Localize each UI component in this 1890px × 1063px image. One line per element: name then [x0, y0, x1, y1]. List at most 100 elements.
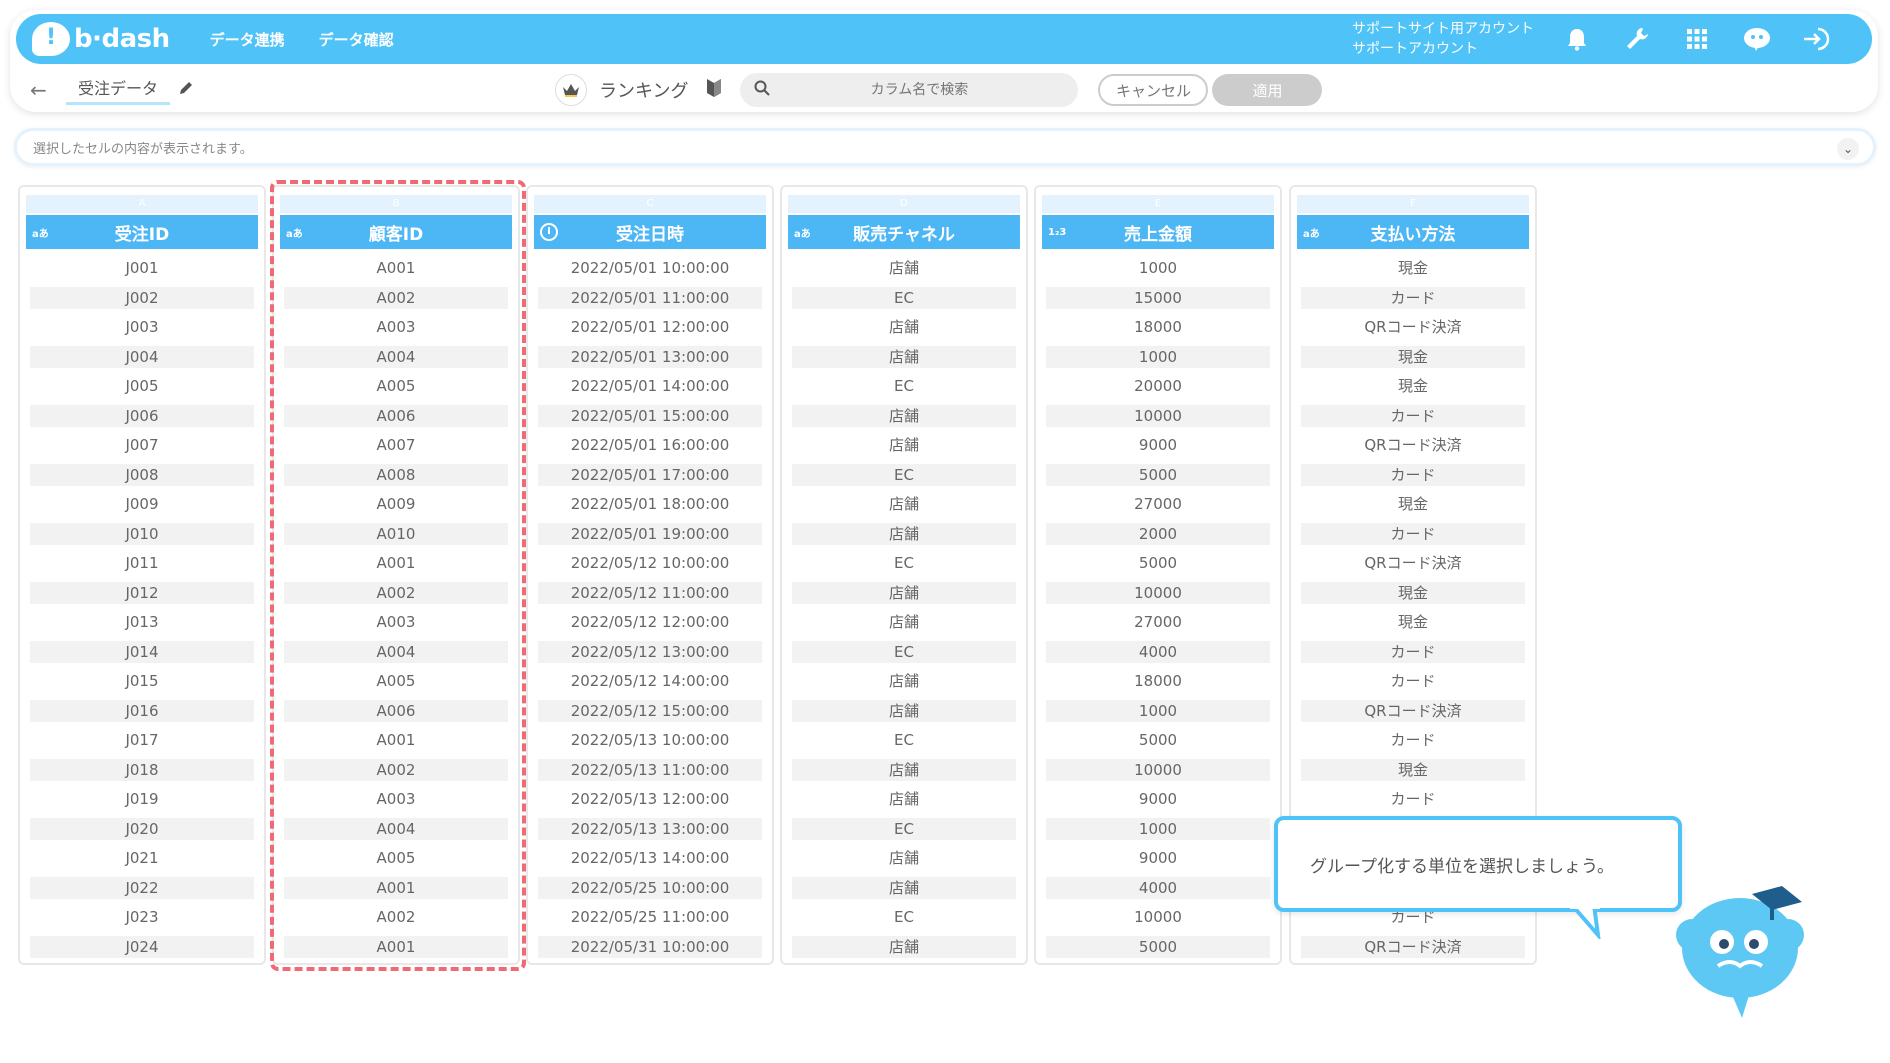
table-cell[interactable]: J013: [30, 611, 254, 633]
table-cell[interactable]: 店舗: [792, 935, 1016, 958]
table-cell[interactable]: カード: [1301, 463, 1525, 486]
table-cell[interactable]: 店舗: [792, 876, 1016, 899]
table-cell[interactable]: A007: [284, 434, 508, 456]
table-cell[interactable]: 4000: [1046, 876, 1270, 899]
mascot-icon[interactable]: [1742, 24, 1772, 54]
table-cell[interactable]: カード: [1301, 522, 1525, 545]
search-input[interactable]: [760, 82, 1079, 98]
table-cell[interactable]: 現金: [1301, 581, 1525, 604]
table-cell[interactable]: 1000: [1046, 345, 1270, 368]
table-cell[interactable]: J007: [30, 434, 254, 456]
table-cell[interactable]: 現金: [1301, 758, 1525, 781]
table-cell[interactable]: 10000: [1046, 906, 1270, 928]
column-header[interactable]: aあ 受注ID: [26, 215, 258, 249]
table-cell[interactable]: A004: [284, 345, 508, 368]
pencil-icon[interactable]: [178, 80, 194, 100]
table-cell[interactable]: カード: [1301, 788, 1525, 810]
table-cell[interactable]: 2022/05/13 10:00:00: [538, 729, 762, 751]
table-cell[interactable]: 2022/05/13 13:00:00: [538, 817, 762, 840]
table-cell[interactable]: カード: [1301, 729, 1525, 751]
column-search[interactable]: [740, 73, 1079, 107]
table-cell[interactable]: A010: [284, 522, 508, 545]
table-cell[interactable]: 店舗: [792, 257, 1016, 279]
column-header[interactable]: 1₂3 売上金額: [1042, 215, 1274, 249]
table-cell[interactable]: J017: [30, 729, 254, 751]
table-cell[interactable]: J023: [30, 906, 254, 928]
apply-button[interactable]: 適用: [1212, 74, 1323, 106]
table-cell[interactable]: 15000: [1046, 286, 1270, 309]
table-cell[interactable]: A001: [284, 935, 508, 958]
table-cell[interactable]: 現金: [1301, 611, 1525, 633]
table-cell[interactable]: A009: [284, 493, 508, 515]
table-cell[interactable]: J010: [30, 522, 254, 545]
table-cell[interactable]: EC: [792, 640, 1016, 663]
table-cell[interactable]: 2022/05/12 15:00:00: [538, 699, 762, 722]
account-info[interactable]: サポートサイト用アカウント サポートアカウント: [1352, 19, 1534, 59]
table-cell[interactable]: A003: [284, 611, 508, 633]
table-cell[interactable]: 店舗: [792, 758, 1016, 781]
table-cell[interactable]: J020: [30, 817, 254, 840]
table-cell[interactable]: J014: [30, 640, 254, 663]
table-cell[interactable]: 2022/05/01 14:00:00: [538, 375, 762, 397]
table-cell[interactable]: A002: [284, 906, 508, 928]
table-cell[interactable]: 27000: [1046, 493, 1270, 515]
table-cell[interactable]: J019: [30, 788, 254, 810]
table-cell[interactable]: 2022/05/01 11:00:00: [538, 286, 762, 309]
table-cell[interactable]: A006: [284, 699, 508, 722]
table-cell[interactable]: 5000: [1046, 935, 1270, 958]
wrench-icon[interactable]: [1622, 24, 1652, 54]
table-cell[interactable]: 2022/05/01 10:00:00: [538, 257, 762, 279]
logout-icon[interactable]: [1802, 24, 1832, 54]
table-cell[interactable]: 9000: [1046, 788, 1270, 810]
bell-icon[interactable]: [1562, 24, 1592, 54]
table-cell[interactable]: A001: [284, 729, 508, 751]
table-cell[interactable]: 2022/05/01 19:00:00: [538, 522, 762, 545]
table-cell[interactable]: カード: [1301, 640, 1525, 663]
table-cell[interactable]: A001: [284, 257, 508, 279]
column-header[interactable]: 受注日時: [534, 215, 766, 249]
table-cell[interactable]: 2022/05/01 16:00:00: [538, 434, 762, 456]
table-cell[interactable]: 店舗: [792, 404, 1016, 427]
table-cell[interactable]: J022: [30, 876, 254, 899]
column-a[interactable]: Aaあ 受注ID J001 J002 J003 J004 J005 J006 J007 J008 J…: [18, 185, 266, 965]
table-cell[interactable]: 4000: [1046, 640, 1270, 663]
table-cell[interactable]: 2022/05/12 10:00:00: [538, 552, 762, 574]
table-cell[interactable]: EC: [792, 286, 1016, 309]
table-cell[interactable]: 2022/05/12 14:00:00: [538, 670, 762, 692]
cancel-button[interactable]: キャンセル: [1098, 74, 1209, 106]
table-cell[interactable]: A003: [284, 788, 508, 810]
table-cell[interactable]: 現金: [1301, 345, 1525, 368]
table-cell[interactable]: A005: [284, 670, 508, 692]
table-cell[interactable]: 2022/05/31 10:00:00: [538, 935, 762, 958]
table-cell[interactable]: 2022/05/25 11:00:00: [538, 906, 762, 928]
table-cell[interactable]: 2022/05/01 12:00:00: [538, 316, 762, 338]
table-cell[interactable]: J002: [30, 286, 254, 309]
table-cell[interactable]: カード: [1301, 404, 1525, 427]
table-cell[interactable]: J008: [30, 463, 254, 486]
table-cell[interactable]: A002: [284, 581, 508, 604]
table-cell[interactable]: A002: [284, 286, 508, 309]
table-cell[interactable]: A005: [284, 375, 508, 397]
table-cell[interactable]: J001: [30, 257, 254, 279]
table-cell[interactable]: J003: [30, 316, 254, 338]
grid-icon[interactable]: [1682, 24, 1712, 54]
table-cell[interactable]: 店舗: [792, 788, 1016, 810]
table-cell[interactable]: 1000: [1046, 257, 1270, 279]
table-cell[interactable]: QRコード決済: [1301, 552, 1525, 574]
table-cell[interactable]: 18000: [1046, 316, 1270, 338]
table-cell[interactable]: QRコード決済: [1301, 316, 1525, 338]
table-cell[interactable]: EC: [792, 463, 1016, 486]
table-cell[interactable]: 店舗: [792, 493, 1016, 515]
table-cell[interactable]: J021: [30, 847, 254, 869]
table-cell[interactable]: 店舗: [792, 699, 1016, 722]
table-cell[interactable]: 現金: [1301, 375, 1525, 397]
table-cell[interactable]: 2022/05/12 12:00:00: [538, 611, 762, 633]
table-cell[interactable]: EC: [792, 729, 1016, 751]
beginner-mark-icon[interactable]: [706, 78, 722, 103]
table-cell[interactable]: QRコード決済: [1301, 699, 1525, 722]
table-cell[interactable]: A005: [284, 847, 508, 869]
table-cell[interactable]: 2022/05/13 14:00:00: [538, 847, 762, 869]
table-cell[interactable]: 10000: [1046, 404, 1270, 427]
table-cell[interactable]: EC: [792, 817, 1016, 840]
column-header[interactable]: aあ 支払い方法: [1297, 215, 1529, 249]
